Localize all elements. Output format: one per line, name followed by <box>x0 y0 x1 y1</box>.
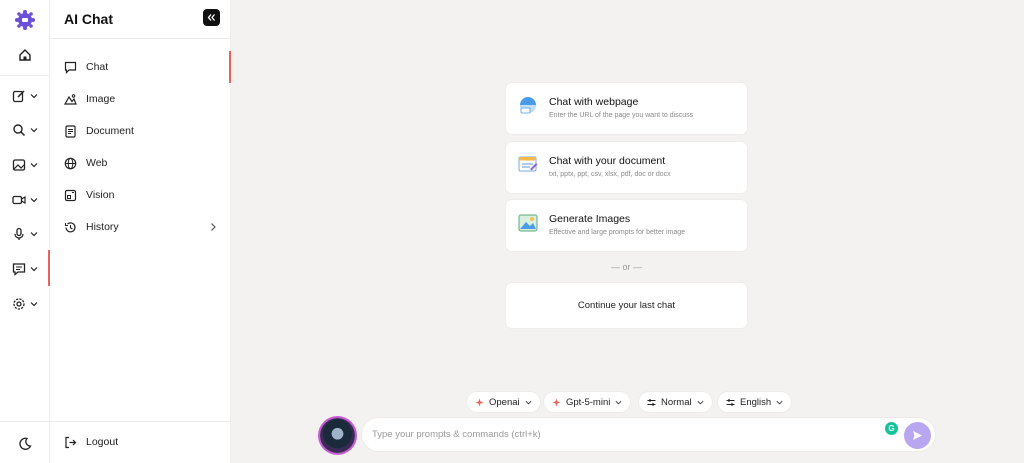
chevron-down-icon <box>30 302 38 307</box>
sidebar-item-label: History <box>86 221 119 233</box>
model-select-label: Gpt-5-mini <box>566 396 611 408</box>
panel-divider <box>50 421 231 422</box>
chevron-down-icon <box>30 128 38 133</box>
card-subtitle: Effective and large prompts for better i… <box>549 229 686 236</box>
sparkle-icon <box>475 398 484 406</box>
rail-image-button[interactable] <box>0 150 50 180</box>
chevron-right-icon <box>211 223 216 231</box>
double-chevron-left-icon <box>207 14 215 21</box>
chevron-down-icon <box>776 400 783 405</box>
webpage-icon <box>520 97 536 114</box>
send-icon <box>913 431 922 440</box>
app-logo-icon[interactable] <box>14 9 36 31</box>
chat-with-document-card[interactable]: Chat with your document txt, pptx, ppt, … <box>506 142 747 193</box>
document-icon <box>65 124 76 138</box>
sidebar-item-web[interactable]: Web <box>50 147 231 179</box>
continue-last-chat-button[interactable]: Continue your last chat <box>506 283 747 328</box>
chevron-down-icon <box>525 400 532 405</box>
chevron-down-icon <box>615 400 622 405</box>
edit-icon <box>12 90 25 103</box>
sidebar-item-label: Vision <box>86 189 115 201</box>
logout-button[interactable]: Logout <box>50 426 231 458</box>
sidebar-item-chat[interactable]: Chat <box>50 51 231 83</box>
rail-divider <box>0 421 50 422</box>
sidebar-item-vision[interactable]: Vision <box>50 179 231 211</box>
vision-icon <box>64 189 77 201</box>
sidebar-item-document[interactable]: Document <box>50 115 231 147</box>
chevron-down-icon <box>30 198 38 203</box>
moon-icon <box>19 437 32 450</box>
grammarly-badge[interactable]: G <box>885 422 898 435</box>
chevron-down-icon <box>30 163 38 168</box>
search-icon <box>13 124 26 137</box>
home-icon <box>19 49 31 61</box>
prompt-box <box>362 418 935 451</box>
sidebar-item-label: Chat <box>86 61 109 73</box>
rail-microphone-button[interactable] <box>0 219 50 249</box>
card-subtitle: txt, pptx, ppt, csv, xlsx, pdf, doc or d… <box>549 171 671 178</box>
tone-select[interactable]: Normal <box>639 392 712 412</box>
prompt-input[interactable] <box>372 426 852 443</box>
model-select[interactable]: Gpt-5-mini <box>544 392 631 412</box>
microphone-icon <box>14 227 24 240</box>
sidebar-item-image[interactable]: Image <box>50 83 231 115</box>
sidebar-panel: AI Chat Chat Image Document Web Vision H… <box>50 0 231 463</box>
rail-home-button[interactable] <box>0 40 50 70</box>
rail-search-button[interactable] <box>0 115 50 145</box>
chat-icon <box>12 263 26 276</box>
logout-label: Logout <box>86 436 119 448</box>
page-title: AI Chat <box>64 11 113 27</box>
chevron-down-icon <box>697 400 704 405</box>
image-generate-icon <box>518 214 538 232</box>
video-icon <box>12 195 26 205</box>
history-icon <box>64 221 76 232</box>
card-subtitle: Enter the URL of the page you want to di… <box>549 112 694 119</box>
provider-select-label: Openai <box>489 396 520 408</box>
sidebar-item-label: Web <box>86 157 108 169</box>
chevron-down-icon <box>30 232 38 237</box>
card-title: Generate Images <box>549 213 631 225</box>
sliders-icon <box>647 398 656 406</box>
sidebar-item-history[interactable]: History <box>50 211 231 243</box>
logout-icon <box>65 436 77 448</box>
settings-icon <box>13 298 25 310</box>
rail-settings-button[interactable] <box>0 289 50 319</box>
tone-select-label: Normal <box>661 396 692 408</box>
globe-icon <box>64 157 77 169</box>
sidebar-item-label: Document <box>86 125 134 137</box>
rail-divider <box>0 75 50 76</box>
chevron-down-icon <box>30 267 38 272</box>
rail-video-button[interactable] <box>0 185 50 215</box>
chat-with-webpage-card[interactable]: Chat with webpage Enter the URL of the p… <box>506 83 747 134</box>
rail-chat-button[interactable] <box>0 254 50 284</box>
language-select-label: English <box>740 396 772 408</box>
chat-bubble-icon <box>64 61 77 74</box>
send-button[interactable] <box>904 422 931 449</box>
card-title: Chat with webpage <box>549 96 639 108</box>
collapse-sidebar-button[interactable] <box>203 9 220 26</box>
card-title: Chat with your document <box>549 155 666 167</box>
chevron-down-icon <box>30 94 38 99</box>
panel-divider <box>50 38 231 39</box>
theme-toggle-button[interactable] <box>0 429 50 459</box>
image-icon <box>12 159 26 171</box>
sidebar-item-label: Image <box>86 93 116 105</box>
provider-select[interactable]: Openai <box>467 392 540 412</box>
sliders-icon <box>726 398 735 406</box>
document-icon <box>518 156 538 172</box>
assistant-avatar <box>320 418 355 453</box>
sparkle-icon <box>552 398 561 406</box>
image-icon <box>64 93 77 105</box>
generate-images-card[interactable]: Generate Images Effective and large prom… <box>506 200 747 251</box>
icon-rail <box>0 0 50 463</box>
language-select[interactable]: English <box>718 392 792 412</box>
rail-edit-button[interactable] <box>0 81 50 111</box>
or-separator: — or — <box>610 262 642 272</box>
